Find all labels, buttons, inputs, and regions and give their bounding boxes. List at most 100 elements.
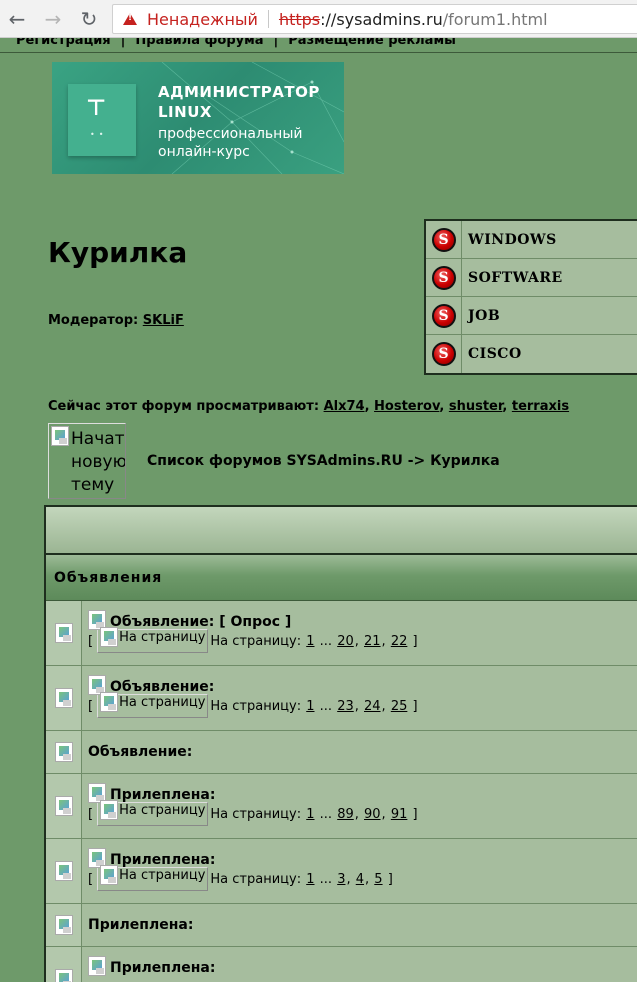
topic-pager: [На страницу На страницу: 1 ... 23, 24, 2… [88,692,637,718]
page-link[interactable]: 22 [391,634,408,649]
topic-status-icon [54,623,73,643]
topic-title[interactable]: Прилеплена: [110,960,215,976]
warning-icon [123,13,137,25]
page-link[interactable]: 89 [337,807,354,822]
page-link[interactable]: 21 [364,634,381,649]
section-announcements: Объявления [46,555,637,601]
forward-arrow-icon[interactable]: → [40,6,66,32]
page-link[interactable]: 23 [337,699,354,714]
course-logo-card: ⊤ •• [68,84,136,156]
nav-ads-link[interactable]: Размещение рекламы [288,38,456,48]
url-host: ://sysadmins.ru [320,9,443,29]
page-link[interactable]: 4 [356,872,364,887]
topic-status-icon [54,861,73,881]
linux-course-banner[interactable]: ⊤ •• АДМИНИСТРАТОР LINUX профессиональны… [52,62,344,174]
logo-dots-icon: •• [90,130,108,139]
moderator-link[interactable]: SKLiF [143,313,184,328]
topic-title[interactable]: Объявление: [88,744,192,760]
security-label[interactable]: Ненадежный [147,10,258,29]
table-header [46,507,637,555]
category-label[interactable]: JOB [462,308,500,324]
nav-rules-link[interactable]: Правила форума [135,38,263,48]
page-link[interactable]: 5 [374,872,382,887]
omnibox-divider [267,10,269,28]
page-link[interactable]: 91 [391,807,408,822]
topic-status-icon [54,915,73,935]
table-row: Прилеплена: [На страницу На страницу: 1 .… [46,774,637,839]
broken-image-icon [100,627,119,647]
page-link[interactable]: 20 [337,634,354,649]
viewers-label: Сейчас этот форум просматривают: [48,399,320,414]
banner-subtitle: профессиональный онлайн-курс [158,126,303,160]
topic-pager: [На страницу На страницу: 1 ... 3, 4, 5 ] [88,865,637,891]
new-topic-button[interactable]: Начать новую тему [48,423,126,499]
page-title: Курилка [48,236,188,269]
broken-image-icon [51,426,69,446]
topic-title[interactable]: Объявление: [ Опрос ] [110,614,291,630]
topic-title[interactable]: Прилеплена: [110,852,215,868]
topic-status-icon [54,688,73,708]
category-label[interactable]: CISCO [462,346,522,362]
page-link[interactable]: 25 [391,699,408,714]
table-row: Прилеплена: [46,947,637,982]
category-software[interactable]: S SOFTWARE [426,259,637,297]
table-row: Объявление: [46,731,637,774]
topic-pager: [На страницу На страницу: 1 ... 89, 90, 9… [88,800,637,826]
back-arrow-icon[interactable]: ← [4,6,30,32]
moderator-line: Модератор: SKLiF [48,313,184,328]
banner-title: АДМИНИСТРАТОР LINUX [158,83,320,121]
s-logo-icon: S [431,342,456,366]
reload-icon[interactable]: ↻ [76,6,102,32]
s-logo-icon: S [431,227,456,252]
url-path: /forum1.html [442,9,548,29]
address-bar[interactable]: Ненадежный https://sysadmins.ru/forum1.h… [112,4,637,34]
category-label[interactable]: WINDOWS [462,232,557,248]
topic-title[interactable]: Прилеплена: [88,917,193,933]
category-links-box: S WINDOWS S SOFTWARE S JOB S CISCO [424,219,637,375]
page-link[interactable]: 24 [364,699,381,714]
page-link[interactable]: 1 [306,807,314,822]
pager-image: На страницу [97,692,209,718]
viewer-link[interactable]: shuster [449,399,503,414]
viewer-link[interactable]: terraxis [512,399,569,414]
pager-image: На страницу [97,865,209,891]
topic-status-icon [54,969,73,982]
category-cisco[interactable]: S CISCO [426,335,637,373]
broken-image-icon [100,692,119,712]
table-row: Объявление: [ Опрос ] [На страницу На стр… [46,601,637,666]
breadcrumb[interactable]: Список форумов SYSAdmins.RU -> Курилка [147,453,500,469]
topic-status-icon [54,742,73,762]
s-logo-icon: S [431,303,456,328]
page-link[interactable]: 1 [306,872,314,887]
topic-type-icon [88,956,106,976]
page-link[interactable]: 90 [364,807,381,822]
moderator-label: Модератор: [48,313,139,328]
category-label[interactable]: SOFTWARE [462,270,563,286]
nav-register-link[interactable]: Регистрация [16,38,111,48]
viewer-link[interactable]: Alx74 [324,399,365,414]
page-link[interactable]: 1 [306,699,314,714]
topic-pager: [На страницу На страницу: 1 ... 20, 21, 2… [88,627,637,653]
topic-table: Объявления Объявление: [ Опрос ] [На стр… [44,505,637,982]
table-row: Прилеплена: [46,904,637,947]
table-row: Объявление: [На страницу На страницу: 1 .… [46,666,637,731]
browser-toolbar: ← → ↻ Ненадежный https://sysadmins.ru/fo… [0,0,637,38]
viewer-link[interactable]: Hosterov [374,399,439,414]
top-navigation: Регистрация | Правила форума | Размещение ре… [0,38,637,53]
category-job[interactable]: S JOB [426,297,637,335]
pager-image: На страницу [97,800,209,826]
page-link[interactable]: 1 [306,634,314,649]
tux-logo-icon: ⊤ [86,96,107,121]
new-topic-alt-text: Начать новую тему [71,429,126,495]
broken-image-icon [100,800,119,820]
forum-viewers: Сейчас этот форум просматривают: Alx74, … [48,399,570,414]
page-link[interactable]: 3 [337,872,345,887]
topic-title[interactable]: Прилеплена: [110,787,215,803]
broken-image-icon [100,865,119,885]
topic-status-icon [54,796,73,816]
topic-title[interactable]: Объявление: [110,679,214,695]
url-scheme: https [278,9,321,29]
nav-separator: | [273,38,279,48]
category-windows[interactable]: S WINDOWS [426,221,637,259]
pager-image: На страницу [97,627,209,653]
